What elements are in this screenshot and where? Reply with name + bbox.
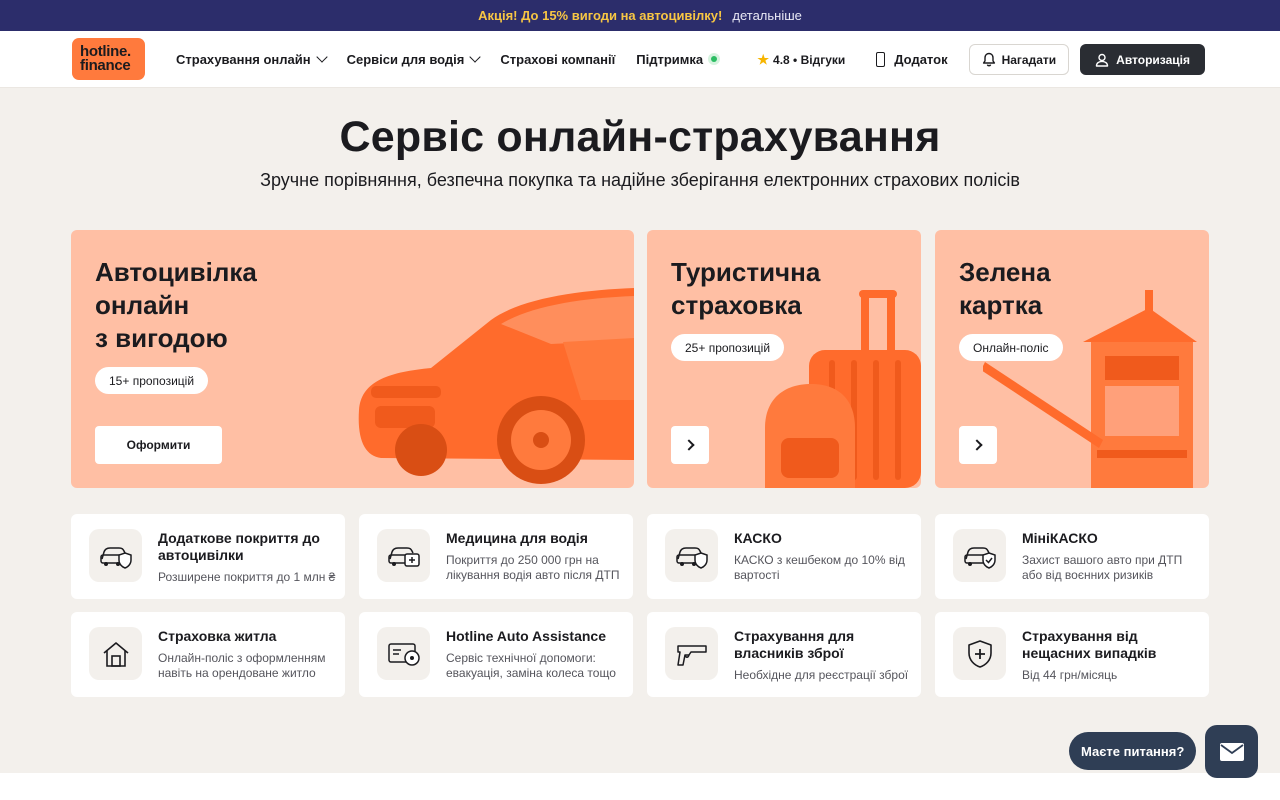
promo-details-link[interactable]: детальніше: [732, 8, 802, 23]
wheel-card-icon: [377, 627, 430, 680]
service-title: Медицина для водія: [446, 530, 588, 546]
site-header: hotline. finance Страхування онлайн Серв…: [0, 31, 1280, 88]
logo-line-2: finance: [80, 57, 131, 74]
checkout-button[interactable]: Оформити: [95, 426, 222, 464]
remind-label: Нагадати: [1001, 52, 1057, 67]
service-description: Розширене покриття до 1 млн ₴: [158, 570, 336, 584]
remind-button[interactable]: Нагадати: [968, 44, 1070, 75]
service-title: Страхування від нещасних випадків: [1022, 628, 1157, 661]
rating-reviews-link[interactable]: ★ 4.8 • Відгуки: [757, 52, 845, 68]
nav-support[interactable]: Підтримка: [636, 51, 721, 67]
login-label: Авторизація: [1116, 52, 1190, 67]
car-shield-icon: [89, 529, 142, 582]
card-green-card[interactable]: Зелена картка Онлайн-поліс: [935, 230, 1209, 488]
service-title: Страховка житла: [158, 628, 277, 644]
rating-text: 4.8 • Відгуки: [773, 52, 846, 67]
chevron-right-icon: [970, 439, 983, 451]
footer-strip: [0, 773, 1280, 800]
star-icon: ★: [757, 51, 770, 67]
card-title: Туристична страховка: [671, 257, 821, 320]
service-title: КАСКО: [734, 530, 782, 546]
logo[interactable]: hotline. finance: [72, 38, 145, 80]
service-description: Необхідне для реєстрації зброї: [734, 668, 909, 682]
service-title: Додаткове покриття до автоцивілки: [158, 530, 320, 563]
house-icon: [89, 627, 142, 680]
service-description: КАСКО з кешбеком до 10% від вартості: [734, 553, 905, 582]
nav-insurance-companies[interactable]: Страхові компанії: [500, 52, 615, 67]
nav-label: Підтримка: [636, 51, 704, 67]
medical-shield-icon: [953, 627, 1006, 680]
car-check-icon: [953, 529, 1006, 582]
card-arrow-button[interactable]: [671, 426, 709, 464]
envelope-icon: [1219, 742, 1244, 761]
service-card-mini-kasko[interactable]: МініКАСКО Захист вашого авто при ДТП або…: [935, 514, 1209, 599]
service-title: Страхування для власників зброї: [734, 628, 855, 661]
main-nav: Страхування онлайн Сервіси для водія Стр…: [176, 51, 741, 67]
service-title: Hotline Auto Assistance: [446, 628, 606, 644]
nav-label: Страхування онлайн: [176, 51, 311, 67]
bell-icon: [982, 52, 995, 67]
app-link[interactable]: Додаток: [876, 52, 948, 67]
service-card-extra-coverage[interactable]: Додаткове покриття до автоцивілки Розшир…: [71, 514, 345, 599]
header-actions: ★ 4.8 • Відгуки Додаток Нагадати Авториз…: [757, 31, 1205, 88]
offers-badge: 15+ пропозицій: [95, 367, 209, 394]
service-card-driver-medicine[interactable]: Медицина для водія Покриття до 250 000 г…: [359, 514, 633, 599]
service-card-kasko[interactable]: КАСКО КАСКО з кешбеком до 10% від вартос…: [647, 514, 921, 599]
offers-badge: 25+ пропозицій: [671, 334, 785, 361]
car-illustration: [358, 288, 634, 484]
login-button[interactable]: Авторизація: [1080, 44, 1205, 75]
service-description: Покриття до 250 000 грн на лікування вод…: [446, 553, 620, 582]
card-arrow-button[interactable]: [959, 426, 997, 464]
user-icon: [1095, 53, 1109, 67]
gun-icon: [665, 627, 718, 680]
service-card-auto-assistance[interactable]: Hotline Auto Assistance Сервіс технічної…: [359, 612, 633, 697]
nav-driver-services[interactable]: Сервіси для водія: [346, 51, 482, 67]
card-title: Автоцивілка онлайн з вигодою: [95, 257, 257, 353]
service-description: Сервіс технічної допомоги: евакуація, за…: [446, 651, 616, 680]
chat-prompt-bubble[interactable]: Маєте питання?: [1069, 732, 1197, 770]
nav-label: Страхові компанії: [500, 51, 616, 67]
online-status-icon: [708, 53, 721, 65]
chevron-down-icon: [315, 51, 328, 63]
nav-insurance-online[interactable]: Страхування онлайн: [176, 51, 328, 67]
service-title: МініКАСКО: [1022, 530, 1098, 546]
chat-button[interactable]: [1205, 725, 1258, 778]
chevron-down-icon: [469, 51, 482, 63]
service-card-accident-insurance[interactable]: Страхування від нещасних випадків Від 44…: [935, 612, 1209, 697]
offers-badge: Онлайн-поліс: [959, 334, 1063, 361]
card-auto-civil[interactable]: Автоцивілка онлайн з вигодою 15+ пропози…: [71, 230, 634, 488]
promo-text[interactable]: Акція! До 15% вигоди на автоцивілку!: [478, 8, 722, 23]
page-title: Сервіс онлайн-страхування: [339, 113, 941, 161]
car-shield-icon: [665, 529, 718, 582]
car-medical-icon: [377, 529, 430, 582]
page-subtitle: Зручне порівняння, безпечна покупка та н…: [260, 170, 1020, 190]
service-card-weapon-owners[interactable]: Страхування для власників зброї Необхідн…: [647, 612, 921, 697]
chevron-right-icon: [682, 439, 695, 451]
app-label: Додаток: [894, 52, 948, 67]
phone-icon: [876, 52, 886, 67]
service-description: Онлайн-поліс з оформленням навіть на оре…: [158, 651, 326, 680]
service-description: Захист вашого авто при ДТП або від воєнн…: [1022, 553, 1183, 582]
card-travel-insurance[interactable]: Туристична страховка 25+ пропозицій: [647, 230, 921, 488]
service-description: Від 44 грн/місяць: [1022, 668, 1118, 682]
card-title: Зелена картка: [959, 257, 1051, 320]
service-card-home-insurance[interactable]: Страховка житла Онлайн-поліс з оформленн…: [71, 612, 345, 697]
promo-bar: Акція! До 15% вигоди на автоцивілку! дет…: [0, 0, 1280, 31]
nav-label: Сервіси для водія: [346, 51, 465, 67]
